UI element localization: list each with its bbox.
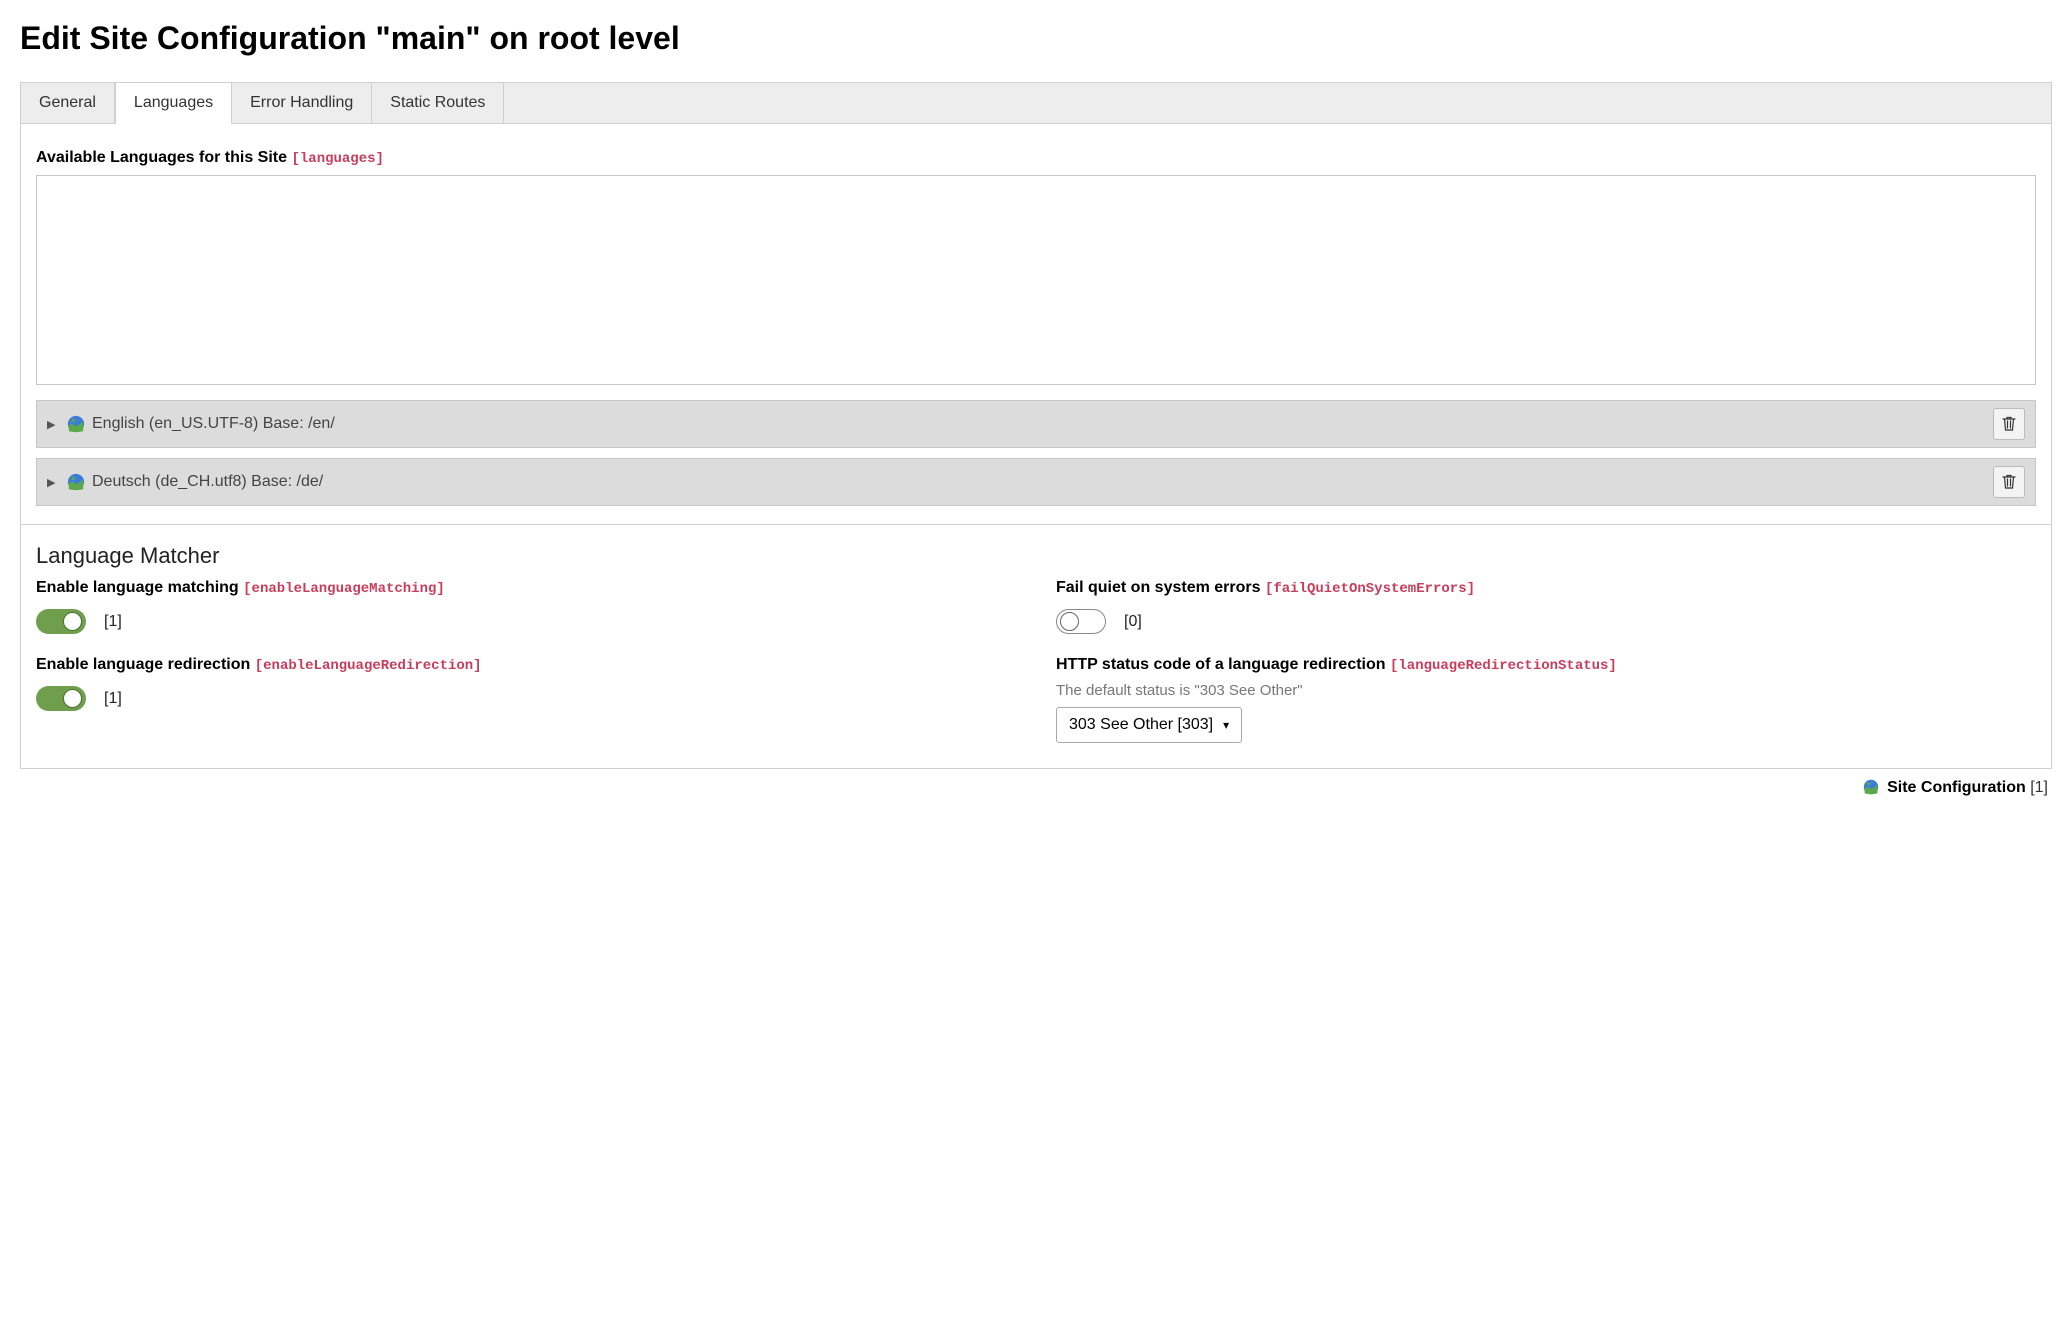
enable-matching-label: Enable language matching [enableLanguage… <box>36 579 1016 597</box>
enable-redirection-value: [1] <box>104 690 122 708</box>
trash-icon <box>2002 474 2016 490</box>
tabs: General Languages Error Handling Static … <box>21 83 2051 124</box>
footer: Site Configuration [1] <box>20 769 2052 800</box>
enable-redirection-toggle[interactable] <box>36 686 86 711</box>
globe-icon <box>67 473 85 491</box>
enable-redirection-label: Enable language redirection [enableLangu… <box>36 656 1016 674</box>
fail-quiet-label: Fail quiet on system errors [failQuietOn… <box>1056 579 2036 597</box>
page-title: Edit Site Configuration "main" on root l… <box>20 20 2052 57</box>
expand-caret-icon[interactable]: ▶ <box>47 476 61 489</box>
expand-caret-icon[interactable]: ▶ <box>47 418 61 431</box>
globe-icon <box>67 415 85 433</box>
languages-tech-name: [languages] <box>291 151 383 167</box>
redirection-status-help: The default status is "303 See Other" <box>1056 682 2036 699</box>
available-languages-label: Available Languages for this Site [langu… <box>36 149 2036 167</box>
delete-language-button[interactable] <box>1993 408 2025 440</box>
tab-languages[interactable]: Languages <box>115 83 232 124</box>
available-languages-listbox[interactable] <box>36 175 2036 385</box>
enable-matching-toggle[interactable] <box>36 609 86 634</box>
enable-matching-value: [1] <box>104 613 122 631</box>
tab-static-routes[interactable]: Static Routes <box>372 83 504 123</box>
redirection-status-select[interactable]: 303 See Other [303] ▾ <box>1056 707 1242 743</box>
footer-index: [1] <box>2030 779 2048 796</box>
globe-icon <box>1863 782 1883 799</box>
language-entry-text: English (en_US.UTF-8) Base: /en/ <box>92 415 1993 433</box>
delete-language-button[interactable] <box>1993 466 2025 498</box>
chevron-down-icon: ▾ <box>1223 718 1229 732</box>
language-entry-text: Deutsch (de_CH.utf8) Base: /de/ <box>92 473 1993 491</box>
trash-icon <box>2002 416 2016 432</box>
language-entry[interactable]: ▶ Deutsch (de_CH.utf8) Base: /de/ <box>36 458 2036 506</box>
fail-quiet-value: [0] <box>1124 613 1142 631</box>
tab-error-handling[interactable]: Error Handling <box>232 83 372 123</box>
language-matcher-heading: Language Matcher <box>36 543 2036 569</box>
tab-general[interactable]: General <box>21 83 115 123</box>
language-entry[interactable]: ▶ English (en_US.UTF-8) Base: /en/ <box>36 400 2036 448</box>
footer-label: Site Configuration <box>1887 779 2026 796</box>
fail-quiet-toggle[interactable] <box>1056 609 1106 634</box>
redirection-status-label: HTTP status code of a language redirecti… <box>1056 656 2036 674</box>
